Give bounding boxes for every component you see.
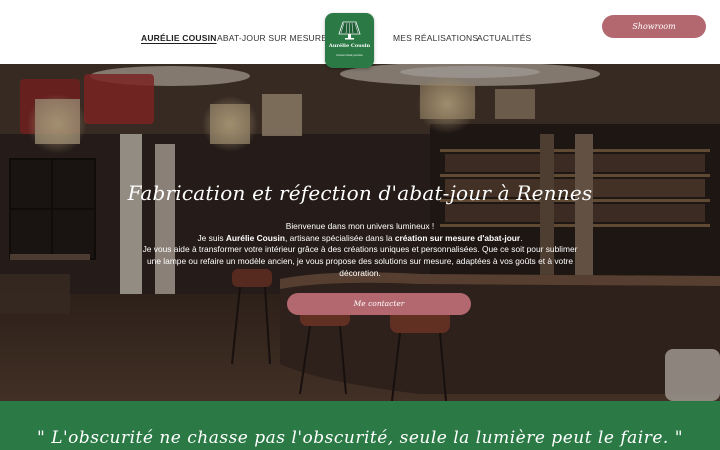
intro-text: Je suis (197, 232, 226, 243)
nav-item-actualites[interactable]: ACTUALITÉS (477, 33, 531, 43)
hero-title: Fabrication et réfection d'abat-jour à R… (127, 181, 593, 205)
contact-button[interactable]: Me contacter (287, 293, 471, 315)
intro-name: Aurélie Cousin (225, 232, 285, 243)
quote-text: " L'obscurité ne chasse pas l'obscurité,… (36, 428, 684, 448)
hero-section: Fabrication et réfection d'abat-jour à R… (0, 64, 720, 401)
hero-body: Je vous aide à transformer votre intérie… (142, 244, 578, 278)
nav-item-mes-realisations[interactable]: MES RÉALISATIONS (393, 33, 478, 43)
nav-item-aurelie-cousin[interactable]: AURÉLIE COUSIN (141, 33, 217, 43)
showroom-button[interactable]: Showroom (602, 15, 706, 38)
lampshade-icon (338, 21, 361, 40)
hero-intro: Je suis Aurélie Cousin, artisane spécial… (140, 233, 580, 245)
intro-text: . (520, 232, 523, 243)
logo-subtitle: Artisan Abat-jouriste (336, 53, 363, 57)
intro-specialty: création sur mesure d'abat-jour (394, 232, 521, 243)
site-logo[interactable]: Aurélie Cousin Artisan Abat-jouriste (325, 13, 374, 68)
nav-item-abat-jour-sur-mesure[interactable]: ABAT-JOUR SUR MESURE (217, 33, 327, 43)
quote-section: " L'obscurité ne chasse pas l'obscurité,… (0, 401, 720, 450)
intro-text: , artisane spécialisée dans la (284, 232, 395, 243)
logo-name: Aurélie Cousin (328, 43, 371, 49)
hero-welcome: Bienvenue dans mon univers lumineux ! (285, 221, 435, 231)
hero-description: Bienvenue dans mon univers lumineux ! Je… (140, 221, 580, 280)
